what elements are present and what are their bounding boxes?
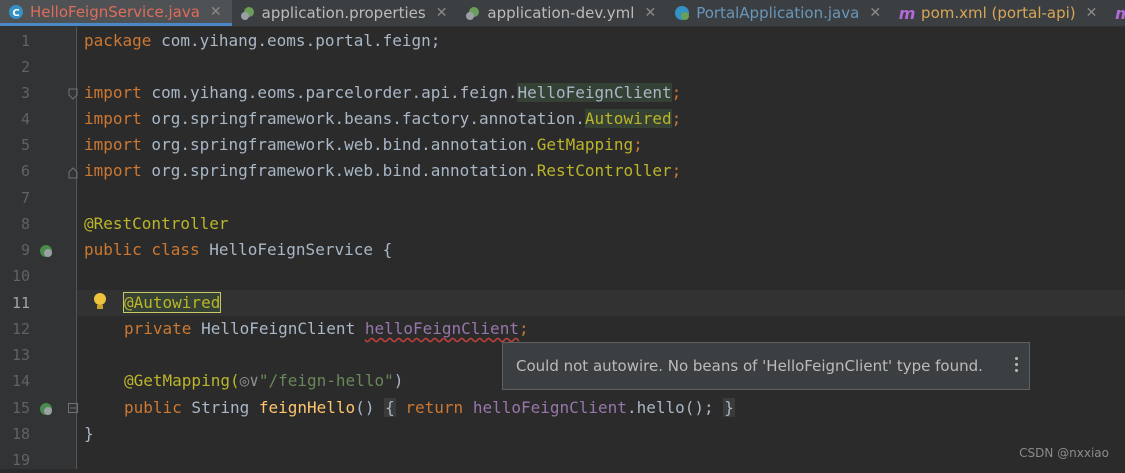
line-number: 9 xyxy=(20,241,30,259)
code-line-8: @RestController xyxy=(84,214,229,233)
line-number: 2 xyxy=(20,58,30,76)
line-number: 14 xyxy=(11,372,30,390)
tooltip-message: Could not autowire. No beans of 'HelloFe… xyxy=(516,357,983,375)
tab-portal-application[interactable]: PortalApplication.java ✕ xyxy=(666,0,891,26)
unresolved-field: helloFeignClient xyxy=(364,319,519,338)
lightbulb-icon[interactable] xyxy=(93,292,107,312)
code-line-12: private HelloFeignClient helloFeignClien… xyxy=(124,319,529,338)
code-line-14: @GetMapping(◎∨"/feign-hello") xyxy=(124,371,404,390)
java-class-icon: C xyxy=(8,4,24,20)
spring-config-icon xyxy=(465,5,481,21)
close-icon[interactable]: ✕ xyxy=(210,4,222,20)
line-number: 3 xyxy=(20,84,30,102)
line-number: 4 xyxy=(20,110,30,128)
code-line-9: public class HelloFeignService { xyxy=(84,240,393,259)
more-options-icon[interactable] xyxy=(1015,357,1019,375)
spring-web-endpoint-icon[interactable] xyxy=(38,401,54,417)
line-number: 18 xyxy=(11,425,30,443)
tab-hello-feign-service[interactable]: C HelloFeignService.java ✕ xyxy=(0,0,232,26)
line-number: 12 xyxy=(11,320,30,338)
code-line-3: import com.yihang.eoms.parcelorder.api.f… xyxy=(84,83,682,102)
close-icon[interactable]: ✕ xyxy=(436,5,448,21)
code-line-18: } xyxy=(84,424,94,443)
close-icon[interactable]: ✕ xyxy=(1086,5,1098,21)
tab-application-dev-yml[interactable]: application-dev.yml ✕ xyxy=(457,0,666,26)
code-line-6: import org.springframework.web.bind.anno… xyxy=(84,161,682,180)
line-number: 5 xyxy=(20,136,30,154)
line-number: 11 xyxy=(11,294,30,312)
close-icon[interactable]: ✕ xyxy=(644,5,656,21)
maven-icon: m xyxy=(1115,4,1125,23)
line-number: 6 xyxy=(20,162,30,180)
folded-block: } xyxy=(723,398,735,417)
close-icon[interactable]: ✕ xyxy=(869,5,881,21)
tab-label: application.properties xyxy=(261,4,426,22)
line-number: 19 xyxy=(11,451,30,469)
url-icon: ◎∨ xyxy=(239,371,259,390)
line-number: 1 xyxy=(20,32,30,50)
current-line-highlight xyxy=(77,290,1125,316)
watermark: CSDN @nxxiao xyxy=(1019,446,1109,460)
line-number: 7 xyxy=(20,189,30,207)
code-line-15: public String feignHello() { return hell… xyxy=(124,398,735,417)
tab-label: PortalApplication.java xyxy=(696,4,860,22)
code-line-11: @Autowired xyxy=(122,292,222,313)
svg-text:C: C xyxy=(12,8,19,19)
tab-label: application-dev.yml xyxy=(487,4,635,22)
line-number: 10 xyxy=(11,267,30,285)
code-line-5: import org.springframework.web.bind.anno… xyxy=(84,135,643,154)
code-line-1: package com.yihang.eoms.portal.feign; xyxy=(84,31,441,50)
tab-overflow[interactable]: m xyxy=(1107,0,1125,26)
line-number-gutter[interactable]: 1 2 3 4 5 6 7 8 9 10 11 12 13 14 15 18 1… xyxy=(0,27,78,469)
maven-icon: m xyxy=(898,3,916,23)
spring-config-icon xyxy=(240,5,256,21)
tab-pom-xml[interactable]: m pom.xml (portal-api) ✕ xyxy=(891,0,1107,26)
tab-label: pom.xml (portal-api) xyxy=(921,4,1076,22)
line-number: 15 xyxy=(11,399,30,417)
code-editor[interactable]: package com.yihang.eoms.portal.feign; im… xyxy=(77,27,1125,469)
code-line-4: import org.springframework.beans.factory… xyxy=(84,109,682,128)
error-tooltip: Could not autowire. No beans of 'HelloFe… xyxy=(502,342,1030,390)
tab-label: HelloFeignService.java xyxy=(30,2,200,21)
editor-tab-bar: C HelloFeignService.java ✕ application.p… xyxy=(0,0,1125,27)
line-number: 8 xyxy=(20,215,30,233)
line-number: 13 xyxy=(11,346,30,364)
tab-application-properties[interactable]: application.properties ✕ xyxy=(232,0,458,26)
folded-block: { xyxy=(384,398,396,417)
spring-boot-class-icon xyxy=(674,5,690,21)
spring-bean-icon[interactable] xyxy=(38,243,54,259)
